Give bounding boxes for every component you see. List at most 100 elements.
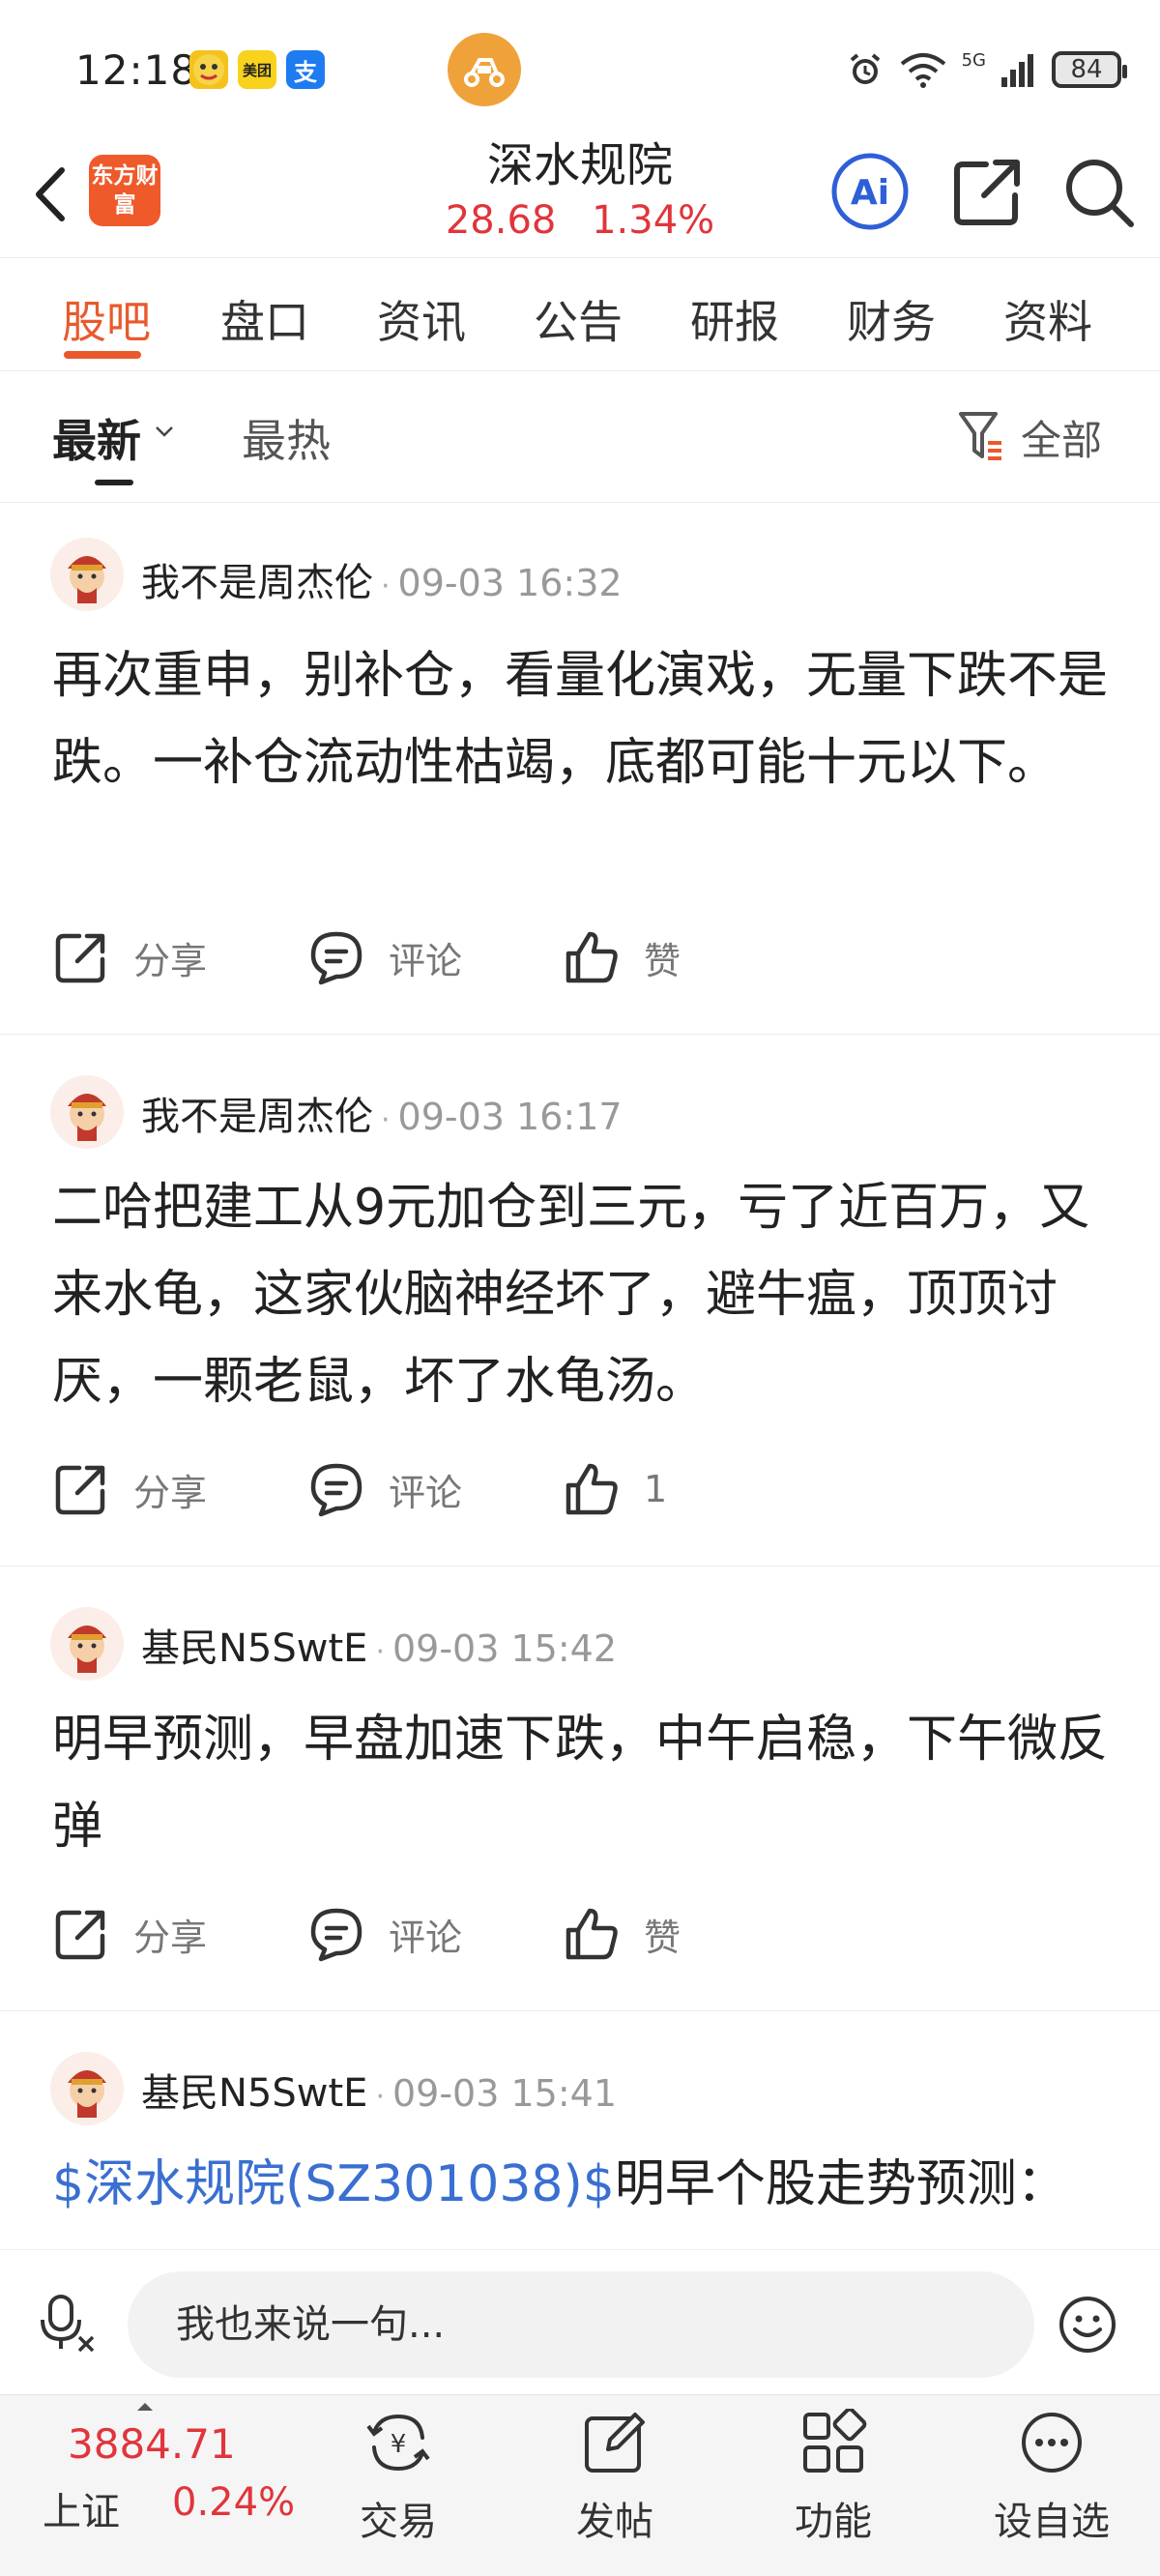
post-button[interactable]: 发帖 [537,2409,692,2546]
stock-price: 28.68 [445,198,557,243]
share-label: 分享 [133,1916,208,1959]
avatar[interactable] [50,2052,124,2125]
alipay-app-icon: 支 [286,50,325,89]
eastmoney-logo: 东方财富 [89,155,160,226]
like-count: 1 [644,1468,668,1510]
post-body-text: 明早个股走势预测： [614,2155,1067,2213]
comment-bar: 我也来说一句... [0,2249,1160,2394]
post-actions: 分享 评论 1 [52,1460,729,1518]
share-button[interactable]: 分享 [52,1905,207,1963]
status-time: 12:18 [75,46,198,94]
comment-button[interactable]: 评论 [307,1460,462,1518]
avatar[interactable] [50,1607,124,1681]
post-meta: 基民N5SwtE · 09-03 15:41 [141,2071,617,2116]
index-value[interactable]: 3884.71 [68,2420,236,2468]
chevron-down-icon[interactable] [153,420,176,443]
post-actions: 分享 评论 赞 [52,928,729,986]
sort-active-indicator [95,480,133,485]
active-tab-indicator [64,351,141,359]
post-author[interactable]: 我不是周杰伦 [141,1095,373,1139]
comment-button[interactable]: 评论 [307,928,462,986]
post-card[interactable]: 我不是周杰伦 · 09-03 16:17 二哈把建工从9元加仓到三元，亏了近百万，又… [0,1035,1160,1566]
status-right: 5G 84 [846,48,1127,91]
tab-profile[interactable]: 资料 [1003,287,1092,351]
add-watchlist-label: 设自选 [994,2500,1110,2544]
index-name[interactable]: 上证 [43,2480,120,2536]
like-button[interactable]: 赞 [563,1905,681,1963]
like-label: 赞 [644,939,682,982]
sort-hot[interactable]: 最热 [242,406,331,470]
sort-latest[interactable]: 最新 [52,406,141,470]
tab-finance[interactable]: 财务 [847,287,936,351]
post-body[interactable]: $深水规院(SZ301038)$明早个股走势预测： [52,2141,1116,2228]
comment-icon [310,1908,362,1962]
post-time: 09-03 16:17 [397,1096,623,1138]
post-time: 09-03 15:42 [392,1627,617,1670]
add-watchlist-button[interactable]: 设自选 [974,2409,1129,2546]
alarm-icon [850,53,880,84]
tab-pankou[interactable]: 盘口 [220,287,309,351]
network-type: 5G [961,49,986,71]
like-button[interactable]: 1 [563,1460,667,1518]
post-body[interactable]: 再次重申，别补仓，看量化演戏，无量下跌不是跌。一补仓流动性枯竭，底都可能十元以下… [52,632,1116,806]
share-button[interactable]: 分享 [52,928,207,986]
post-body[interactable]: 二哈把建工从9元加仓到三元，亏了近百万，又来水龟，这家伙脑神经坏了，避牛瘟，顶顶… [52,1164,1116,1425]
post-meta: 我不是周杰伦 · 09-03 16:17 [141,1095,623,1139]
filter-icon[interactable] [957,408,1005,462]
compose-icon [585,2413,645,2473]
ai-assistant-icon[interactable]: Ai [829,151,911,232]
post-author[interactable]: 基民N5SwtE [141,1626,367,1671]
thumbs-up-icon [566,931,618,983]
grid-icon [803,2409,867,2473]
avatar[interactable] [50,1075,124,1149]
comment-button[interactable]: 评论 [307,1905,462,1963]
tab-guba[interactable]: 股吧 [62,287,151,351]
app-mascot-icon [189,50,228,89]
post-meta: 基民N5SwtE · 09-03 15:42 [141,1626,617,1671]
thumbs-up-icon [566,1463,618,1515]
post-card[interactable]: 基民N5SwtE · 09-03 15:42 明早预测，早盘加速下跌，中午启稳，下午… [0,1566,1160,2011]
stock-link[interactable]: $深水规院(SZ301038)$ [52,2155,615,2213]
thumbs-up-icon [566,1908,618,1960]
svg-text:Ai: Ai [851,173,889,213]
post-body[interactable]: 明早预测，早盘加速下跌，中午启稳，下午微反弹 [52,1696,1116,1870]
filter-label[interactable]: 全部 [1021,408,1102,467]
scooter-icon [448,33,521,106]
tab-news[interactable]: 资讯 [377,287,466,351]
tab-announcements[interactable]: 公告 [534,287,623,351]
back-arrow-icon[interactable] [25,161,83,228]
tab-research[interactable]: 研报 [690,287,779,351]
caret-up-icon[interactable] [135,2401,155,2413]
share-icon [55,933,105,983]
post-meta: 我不是周杰伦 · 09-03 16:32 [141,561,623,605]
post-card[interactable]: 我不是周杰伦 · 09-03 16:32 再次重申，别补仓，看量化演戏，无量下跌不是… [0,503,1160,1035]
post-time: 09-03 16:32 [397,562,623,604]
avatar[interactable] [50,538,124,611]
index-change[interactable]: 0.24% [172,2480,295,2525]
search-icon[interactable] [1058,151,1139,232]
status-bar: 12:18 美团 支 5G 84 [0,0,1160,135]
share-page-icon[interactable] [947,151,1029,232]
trade-button[interactable]: ¥ 交易 [321,2409,476,2546]
emoji-icon[interactable] [1058,2295,1117,2355]
functions-label: 功能 [795,2500,872,2544]
functions-button[interactable]: 功能 [756,2409,911,2546]
share-icon [55,1465,105,1515]
share-icon [55,1910,105,1960]
post-card[interactable]: 基民N5SwtE · 09-03 15:41 $深水规院(SZ301038)$明早个… [0,2011,1160,2249]
comment-input[interactable]: 我也来说一句... [128,2271,1034,2378]
battery-indicator: 84 [1052,51,1127,88]
post-author[interactable]: 我不是周杰伦 [141,561,373,605]
like-button[interactable]: 赞 [563,928,681,986]
wifi-icon [900,53,945,88]
sort-bar: 最新 最热 全部 [0,371,1160,503]
share-button[interactable]: 分享 [52,1460,207,1518]
post-author[interactable]: 基民N5SwtE [141,2071,367,2116]
voice-input-icon[interactable] [37,2291,101,2355]
comment-label: 评论 [389,939,463,982]
signal-icon [1001,54,1033,87]
trade-label: 交易 [360,2500,437,2544]
bottom-bar: 3884.71 上证 0.24% ¥ 交易 发帖 功能 设自选 [0,2394,1160,2576]
stock-header: 深水规院 28.68 1.34% 东方财富 Ai [0,135,1160,259]
comment-label: 评论 [389,1471,463,1514]
